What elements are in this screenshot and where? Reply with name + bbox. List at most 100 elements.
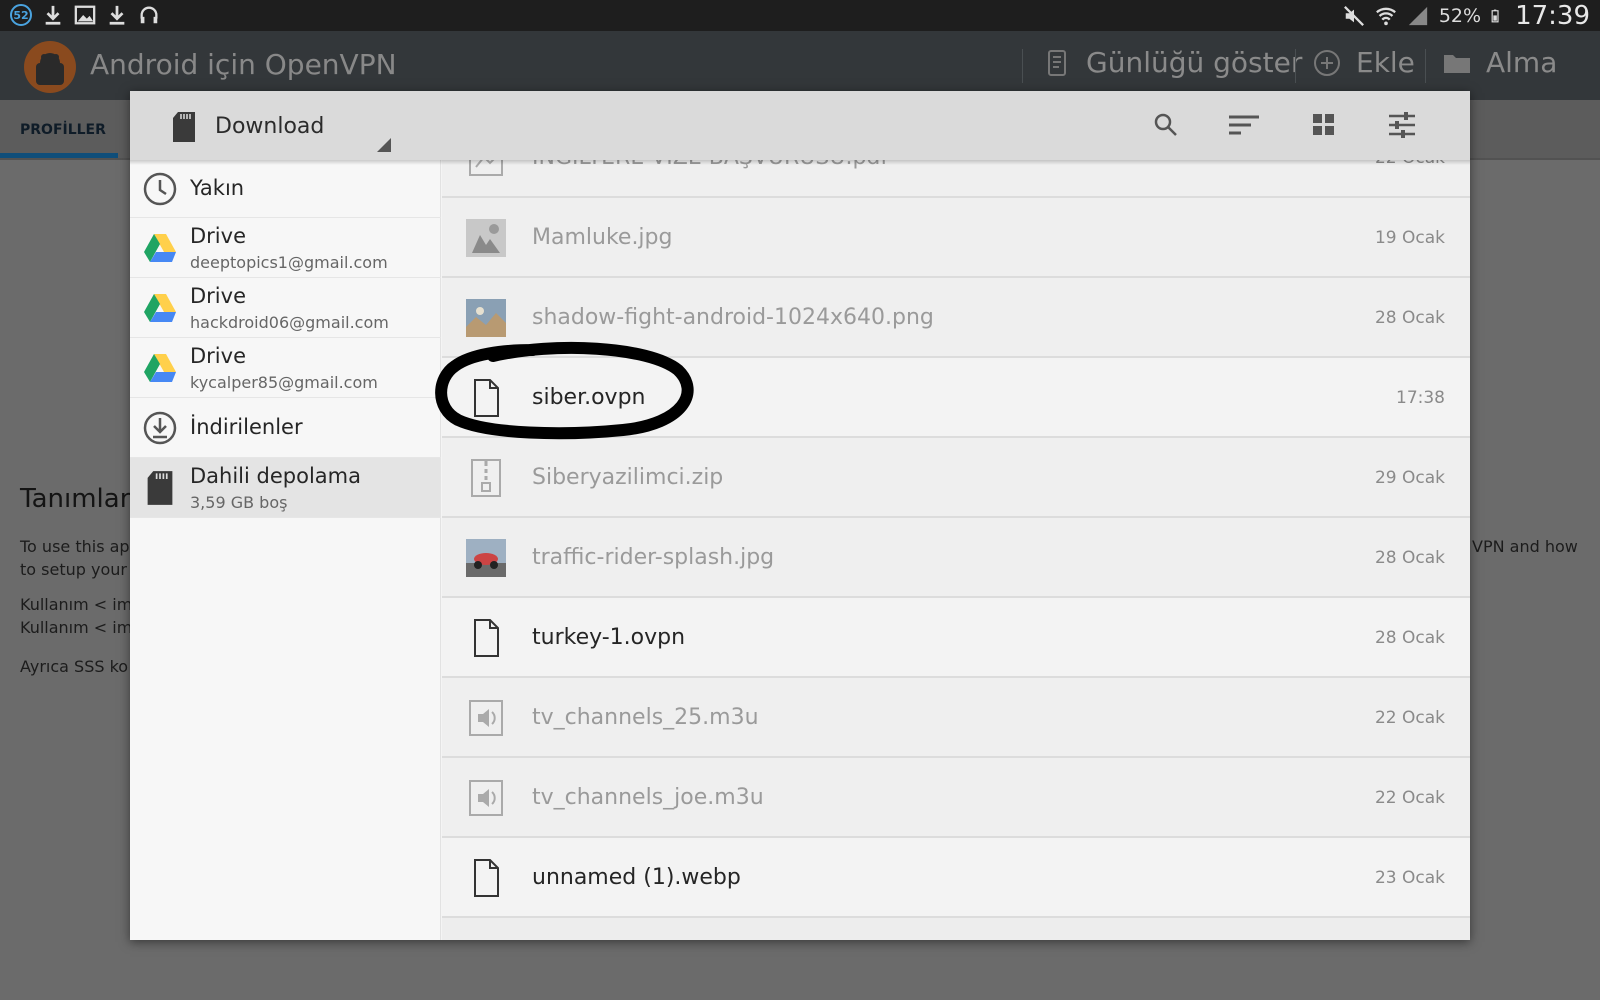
import-label: Alma bbox=[1486, 46, 1558, 79]
battery-percentage: 52% bbox=[1438, 4, 1482, 27]
file-row[interactable]: INGILTERE VIZE BAŞVURUSU.pdf 22 Ocak bbox=[442, 160, 1470, 198]
image-thumbnail bbox=[466, 219, 506, 257]
google-drive-icon bbox=[144, 294, 176, 322]
file-icon bbox=[474, 859, 499, 897]
file-name: Siberyazilimci.zip bbox=[532, 465, 724, 490]
download-notification-icon bbox=[45, 5, 61, 25]
status-bar: 52 52% 17:39 bbox=[0, 0, 1600, 31]
folder-dropdown-indicator[interactable] bbox=[377, 138, 391, 152]
root-item-subtitle: 3,59 GB boş bbox=[190, 493, 288, 512]
root-item-subtitle: kycalper85@gmail.com bbox=[190, 373, 378, 392]
root-item-title: İndirilenler bbox=[190, 415, 303, 439]
zip-file-icon bbox=[471, 459, 501, 497]
file-picker-dialog: Download Yakın Drive deeptopics1@gmail.c… bbox=[130, 91, 1470, 940]
file-name: siber.ovpn bbox=[532, 385, 646, 410]
background-paragraph-right: VPN and how bbox=[1472, 537, 1578, 556]
root-item-downloads[interactable]: İndirilenler bbox=[130, 398, 441, 458]
action-divider bbox=[1425, 49, 1426, 83]
root-item-subtitle: deeptopics1@gmail.com bbox=[190, 253, 388, 272]
roots-sidebar: Yakın Drive deeptopics1@gmail.com Drive … bbox=[130, 160, 441, 940]
file-name: tv_channels_joe.m3u bbox=[532, 785, 764, 810]
google-drive-icon bbox=[144, 354, 176, 382]
settings-sliders-icon[interactable] bbox=[1388, 112, 1416, 138]
file-name: traffic-rider-splash.jpg bbox=[532, 545, 775, 570]
root-item-title: Drive bbox=[190, 344, 246, 368]
show-log-button[interactable]: Günlüğü göster bbox=[1042, 46, 1302, 79]
file-date: 17:38 bbox=[1396, 388, 1445, 408]
file-row[interactable]: traffic-rider-splash.jpg 28 Ocak bbox=[442, 518, 1470, 598]
background-line: Kullanım < im bbox=[20, 618, 133, 637]
background-heading: Tanımlan bbox=[20, 484, 137, 514]
wifi-icon bbox=[1375, 7, 1396, 25]
file-row[interactable]: Siberyazilimci.zip 29 Ocak bbox=[442, 438, 1470, 518]
audio-file-icon bbox=[469, 700, 503, 736]
background-line: to setup your bbox=[20, 560, 127, 579]
image-thumbnail bbox=[466, 539, 506, 577]
action-divider bbox=[1022, 49, 1023, 83]
root-item-title: Dahili depolama bbox=[190, 464, 361, 488]
add-profile-button[interactable]: Ekle bbox=[1312, 46, 1415, 79]
file-row[interactable]: tv_channels_joe.m3u 22 Ocak bbox=[442, 758, 1470, 838]
file-name: Mamluke.jpg bbox=[532, 225, 673, 250]
file-date: 22 Ocak bbox=[1374, 708, 1445, 728]
root-item-title: Drive bbox=[190, 224, 246, 248]
notification-count-badge: 52 bbox=[10, 4, 32, 26]
clock: 17:39 bbox=[1515, 0, 1590, 31]
clock-icon bbox=[143, 172, 177, 206]
tab-profiles[interactable]: PROFİLLER bbox=[0, 100, 118, 160]
root-item-drive[interactable]: Drive hackdroid06@gmail.com bbox=[130, 278, 441, 338]
download-icon bbox=[143, 411, 177, 445]
file-date: 19 Ocak bbox=[1374, 228, 1445, 248]
root-item-subtitle: hackdroid06@gmail.com bbox=[190, 313, 389, 332]
file-name: unnamed (1).webp bbox=[532, 865, 741, 890]
image-thumbnail bbox=[466, 299, 506, 337]
current-folder-title[interactable]: Download bbox=[215, 114, 324, 139]
sd-card-icon bbox=[147, 471, 173, 505]
header-shadow bbox=[130, 160, 1470, 165]
file-row[interactable]: Mamluke.jpg 19 Ocak bbox=[442, 198, 1470, 278]
background-paragraph: To use this ap to setup your bbox=[20, 535, 130, 581]
file-row[interactable]: tv_channels_25.m3u 22 Ocak bbox=[442, 678, 1470, 758]
sd-card-icon bbox=[173, 112, 195, 142]
app-action-bar: Android için OpenVPN Günlüğü göster Ekle… bbox=[0, 31, 1600, 100]
image-notification-icon bbox=[74, 5, 96, 25]
app-title: Android için OpenVPN bbox=[90, 48, 397, 81]
add-circle-icon bbox=[1314, 49, 1340, 76]
file-date: 23 Ocak bbox=[1374, 868, 1445, 888]
root-item-internal-storage[interactable]: Dahili depolama 3,59 GB boş bbox=[130, 458, 441, 518]
grid-view-icon[interactable] bbox=[1311, 112, 1337, 138]
root-item-title: Yakın bbox=[190, 176, 245, 200]
root-item-recent[interactable]: Yakın bbox=[130, 160, 441, 218]
search-icon[interactable] bbox=[1153, 112, 1179, 138]
add-profile-label: Ekle bbox=[1356, 46, 1415, 79]
import-button[interactable]: Alma bbox=[1442, 46, 1557, 79]
sort-icon[interactable] bbox=[1228, 112, 1260, 138]
file-list: INGILTERE VIZE BAŞVURUSU.pdf 22 Ocak Mam… bbox=[442, 160, 1470, 940]
show-log-label: Günlüğü göster bbox=[1086, 46, 1303, 79]
audio-file-icon bbox=[469, 780, 503, 816]
file-icon bbox=[474, 379, 499, 417]
root-item-title: Drive bbox=[190, 284, 246, 308]
root-item-drive[interactable]: Drive deeptopics1@gmail.com bbox=[130, 218, 441, 278]
file-row[interactable]: turkey-1.ovpn 28 Ocak bbox=[442, 598, 1470, 678]
file-row[interactable]: shadow-fight-android-1024x640.png 28 Oca… bbox=[442, 278, 1470, 358]
mute-icon bbox=[1343, 5, 1364, 26]
file-name: tv_channels_25.m3u bbox=[532, 705, 759, 730]
background-usage: Kullanım < im Kullanım < im bbox=[20, 593, 132, 639]
headphones-icon bbox=[140, 6, 158, 24]
action-divider bbox=[1295, 49, 1296, 83]
openvpn-logo-icon bbox=[24, 41, 76, 93]
file-row[interactable]: unnamed (1).webp 23 Ocak bbox=[442, 838, 1470, 918]
background-line: To use this ap bbox=[20, 537, 130, 556]
file-date: 28 Ocak bbox=[1374, 308, 1445, 328]
file-date: 22 Ocak bbox=[1374, 788, 1445, 808]
root-item-drive[interactable]: Drive kycalper85@gmail.com bbox=[130, 338, 441, 398]
file-date: 28 Ocak bbox=[1374, 628, 1445, 648]
file-date: 29 Ocak bbox=[1374, 468, 1445, 488]
file-row[interactable]: siber.ovpn 17:38 bbox=[442, 358, 1470, 438]
file-date: 28 Ocak bbox=[1374, 548, 1445, 568]
cell-signal-icon bbox=[1408, 6, 1427, 25]
file-name: shadow-fight-android-1024x640.png bbox=[532, 305, 934, 330]
file-name: turkey-1.ovpn bbox=[532, 625, 686, 650]
folder-icon bbox=[1444, 54, 1470, 73]
